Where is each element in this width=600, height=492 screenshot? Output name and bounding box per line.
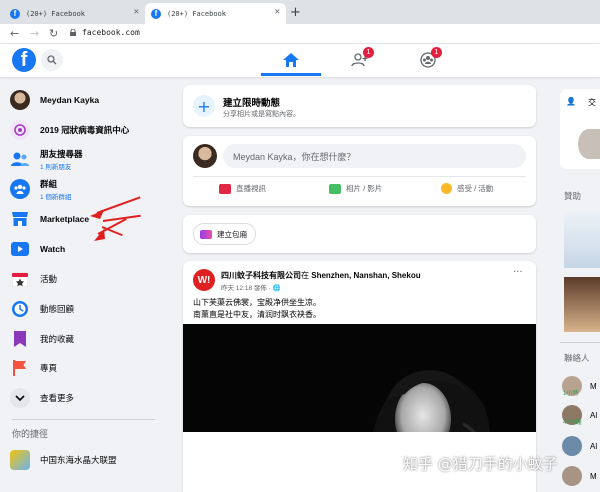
sidebar-divider [12, 419, 155, 420]
create-icon: 👤 [566, 97, 576, 106]
photo-icon [329, 183, 341, 194]
search-button[interactable] [41, 49, 63, 71]
see-more-button[interactable]: 查看更多 [10, 387, 74, 409]
contacts-heading: 聯絡人 [564, 353, 590, 363]
search-icon [47, 55, 57, 65]
live-video-icon [219, 183, 231, 194]
facebook-favicon-icon: f [151, 8, 161, 19]
public-globe-icon: 🌐 [272, 285, 281, 292]
home-active-indicator [261, 73, 321, 76]
portrait-photo [183, 324, 536, 432]
new-tab-button[interactable]: + [290, 5, 301, 20]
sidebar-item-events[interactable]: 活動 [10, 268, 57, 290]
room-card: 建立包廂 [183, 215, 536, 253]
saved-icon [10, 329, 30, 349]
tab-title: (20+) Facebook [167, 9, 227, 18]
page-logo[interactable]: W! [193, 269, 215, 291]
address-bar: ← → ↻ facebook.com [0, 24, 600, 44]
lock-icon [70, 29, 76, 36]
post-timestamp: 昨天 12:18 發佈 · 🌐 [221, 285, 281, 292]
browser-tab[interactable]: f (20+) Facebook ✕ [4, 3, 145, 24]
divider [560, 342, 600, 343]
ad-image[interactable] [564, 277, 600, 332]
pages-icon [10, 358, 30, 378]
sidebar-item-groups[interactable]: 群組 1 個新群組 [10, 178, 71, 201]
contact-item[interactable]: Al [562, 436, 597, 456]
zhihu-watermark: 知乎 @猎刀手的小蚊子 [403, 455, 558, 473]
sidebar-item-saved[interactable]: 我的收藏 [10, 328, 74, 350]
live-video-button[interactable]: 直播視訊 [219, 183, 266, 194]
shortcut-group-avatar [10, 450, 30, 470]
friends-badge: 1 [363, 47, 374, 58]
sidebar-item-pages[interactable]: 專頁 [10, 357, 57, 379]
friends-icon [10, 149, 30, 169]
close-tab-icon[interactable]: ✕ [275, 7, 280, 17]
add-story-icon: + [193, 95, 215, 117]
post-text: 山下芙蕖云佛裳，宝殿净供坐生凉。 南薰直是社中友，清润时飘衣袂香。 [193, 298, 321, 319]
photo-video-button[interactable]: 相片 / 影片 [329, 183, 382, 194]
covid-info-icon [10, 120, 30, 140]
watch-icon [10, 239, 30, 259]
feeling-activity-button[interactable]: 感受 / 活動 [441, 183, 493, 194]
post-options-button[interactable]: ··· [513, 267, 523, 278]
post-author[interactable]: 四川蚊子科技有限公司 [221, 271, 301, 280]
tab-title: (20+) Facebook [26, 9, 86, 18]
profile-avatar [10, 90, 30, 110]
events-icon [10, 269, 30, 289]
create-panel: 👤 交 [560, 89, 600, 169]
groups-badge: 1 [431, 47, 442, 58]
ad-image[interactable] [564, 210, 600, 268]
back-arrow-icon[interactable]: ← [10, 27, 19, 40]
active-status-badge: 1小時 [563, 391, 579, 397]
smiley-icon [441, 183, 452, 194]
create-story-card[interactable]: + 建立限時動態 分享相片或是寫點內容。 [183, 85, 536, 127]
browser-tab-bar: f (20+) Facebook ✕ f (20+) Facebook ✕ + [0, 0, 600, 24]
avatar [578, 129, 600, 159]
active-status-badge: 47分鐘 [563, 420, 582, 426]
avatar [562, 466, 582, 486]
post-location[interactable]: Shenzhen, Nanshan, Shekou [311, 271, 420, 280]
home-icon [283, 53, 299, 67]
sidebar-item-marketplace[interactable]: Marketplace [10, 208, 89, 230]
url-field[interactable]: facebook.com [82, 28, 140, 37]
groups-icon [10, 179, 30, 199]
browser-tab-active[interactable]: f (20+) Facebook ✕ [145, 3, 286, 24]
forward-arrow-icon[interactable]: → [30, 27, 39, 40]
video-room-icon [200, 229, 212, 239]
shortcuts-heading: 你的捷徑 [12, 429, 49, 439]
shortcut-item[interactable]: 中国东海水晶大联盟 [10, 449, 117, 471]
sidebar-item-friends[interactable]: 朋友搜尋器 1 則新朋友 [10, 148, 83, 171]
post-photo[interactable] [183, 324, 536, 432]
sidebar-item-watch[interactable]: Watch [10, 238, 65, 260]
home-tab[interactable] [279, 50, 303, 70]
chevron-down-icon [10, 388, 30, 408]
divider [193, 176, 526, 177]
memories-icon [10, 299, 30, 319]
avatar [562, 436, 582, 456]
facebook-logo[interactable]: f [12, 48, 36, 72]
contact-item[interactable]: M [562, 466, 597, 486]
create-room-button[interactable]: 建立包廂 [193, 223, 256, 245]
sponsored-heading: 贊助 [564, 191, 582, 201]
post-author-line: 四川蚊子科技有限公司在 Shenzhen, Nanshan, Shekou [221, 271, 421, 280]
avatar [193, 144, 217, 168]
whats-on-your-mind-input[interactable]: Meydan Kayka，你在想什麼？ [223, 144, 526, 168]
close-tab-icon[interactable]: ✕ [134, 7, 139, 17]
sidebar-item-profile[interactable]: Meydan Kayka [10, 89, 99, 111]
sidebar-item-covid[interactable]: 2019 冠狀病毒資訊中心 [10, 119, 129, 141]
marketplace-icon [10, 209, 30, 229]
right-rail: 👤 交 贊助 聯絡人 [560, 77, 600, 492]
reload-icon[interactable]: ↻ [49, 27, 58, 40]
sidebar-item-memories[interactable]: 動態回顧 [10, 298, 74, 320]
facebook-favicon-icon: f [10, 8, 20, 19]
post-composer-card: Meydan Kayka，你在想什麼？ 直播視訊 相片 / 影片 感受 / 活動 [183, 136, 536, 206]
annotation-arrowhead [90, 210, 104, 219]
annotation-arrowhead [94, 229, 105, 241]
